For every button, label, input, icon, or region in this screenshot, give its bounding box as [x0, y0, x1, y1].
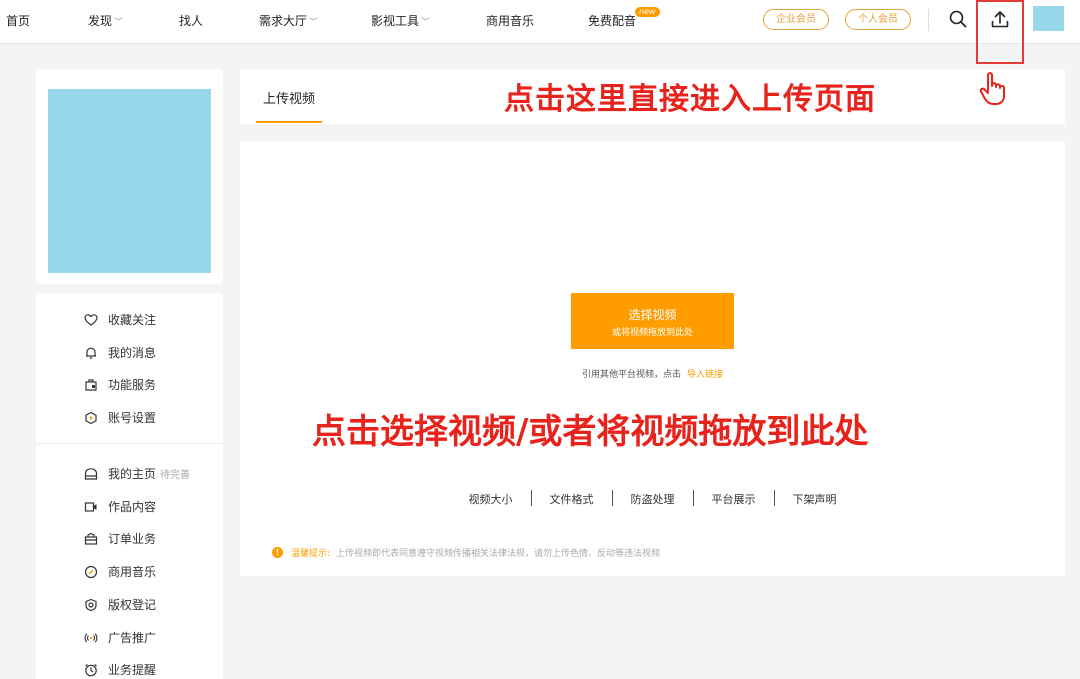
sidebar-menu: 收藏关注 我的消息 功能服务 账号设置 我的主页 待完善 作品内容 订单业务 商…	[36, 293, 223, 679]
nav-video-tools[interactable]: 影视工具 ﹀	[371, 12, 430, 29]
nav-demand-hall[interactable]: 需求大厅 ﹀	[259, 12, 318, 29]
nav-free-dubbing-label: 免费配音	[588, 14, 637, 28]
personal-vip-button[interactable]: 个人会员	[845, 9, 911, 30]
nav-video-tools-label: 影视工具	[371, 14, 420, 28]
search-icon[interactable]	[948, 9, 968, 29]
enterprise-vip-button[interactable]: 企业会员	[763, 9, 829, 30]
service-icon	[84, 378, 98, 392]
sidebar-item-works[interactable]: 作品内容	[84, 498, 156, 515]
sidebar-item-label: 收藏关注	[108, 313, 157, 327]
nav-demand-hall-label: 需求大厅	[259, 14, 308, 28]
sidebar-item-label: 我的主页	[108, 467, 157, 481]
spec-platform-display[interactable]: 平台展示	[694, 491, 774, 507]
annotation-mid: 点击选择视频/或者将视频拖放到此处	[312, 412, 869, 452]
sidebar-item-reminders[interactable]: 业务提醒	[84, 661, 156, 678]
copyright-icon	[84, 598, 98, 612]
spec-links: 视频大小 文件格式 防盗处理 平台展示 下架声明	[240, 490, 1065, 507]
settings-icon	[84, 411, 98, 425]
sidebar-item-label: 商用音乐	[108, 565, 157, 579]
spec-takedown-notice[interactable]: 下架声明	[775, 491, 855, 507]
sidebar-item-account-settings[interactable]: 账号设置	[84, 409, 156, 426]
nav-divider	[928, 9, 929, 31]
sidebar-item-music[interactable]: 商用音乐	[84, 563, 156, 580]
sidebar-item-label: 账号设置	[108, 411, 157, 425]
pointing-hand-icon	[978, 69, 1012, 113]
spec-video-size[interactable]: 视频大小	[451, 491, 531, 507]
bell-icon	[84, 346, 98, 360]
annotation-highlight-box	[976, 0, 1024, 64]
video-icon	[84, 500, 98, 514]
pending-note: 待完善	[160, 470, 191, 481]
annotation-top: 点击这里直接进入上传页面	[504, 82, 876, 117]
nav-free-dubbing[interactable]: 免费配音 new	[588, 7, 660, 29]
sidebar-item-label: 我的消息	[108, 346, 157, 360]
sidebar-item-label: 版权登记	[108, 598, 157, 612]
warm-tip: ! 温馨提示: 上传视频即代表同意遵守视频传播相关法律法规，请勿上传色情、反动等…	[272, 546, 660, 559]
broadcast-icon	[84, 631, 98, 645]
sidebar-item-label: 作品内容	[108, 500, 157, 514]
import-link[interactable]: 导入链接	[687, 370, 723, 380]
spec-file-format[interactable]: 文件格式	[532, 491, 612, 507]
sidebar-item-label: 功能服务	[108, 378, 157, 392]
info-icon: !	[272, 547, 283, 558]
sidebar-item-copyright[interactable]: 版权登记	[84, 596, 156, 613]
sidebar-divider	[36, 443, 223, 444]
nav-find-people[interactable]: 找人	[179, 12, 203, 29]
profile-avatar[interactable]	[48, 89, 211, 273]
sidebar-item-services[interactable]: 功能服务	[84, 376, 156, 393]
alarm-icon	[84, 663, 98, 677]
nav-discover[interactable]: 发现 ﹀	[88, 12, 123, 29]
tip-text: 上传视频即代表同意遵守视频传播相关法律法规，请勿上传色情、反动等违法视频	[336, 549, 661, 559]
sidebar-item-homepage[interactable]: 我的主页 待完善	[84, 465, 190, 482]
nav-home[interactable]: 首页	[6, 12, 30, 29]
sidebar-item-label: 业务提醒	[108, 663, 157, 677]
sidebar-item-orders[interactable]: 订单业务	[84, 530, 156, 547]
sidebar-item-promotion[interactable]: 广告推广	[84, 629, 156, 646]
sidebar-item-label: 广告推广	[108, 631, 157, 645]
profile-card	[36, 69, 223, 284]
tip-label: 温馨提示:	[291, 549, 331, 559]
music-icon	[84, 565, 98, 579]
spec-anti-theft[interactable]: 防盗处理	[613, 491, 693, 507]
chevron-down-icon: ﹀	[309, 18, 319, 28]
select-video-button[interactable]: 选择视频 或将视频拖放到此处	[571, 293, 734, 349]
nav-discover-label: 发现	[88, 14, 113, 28]
import-line: 引用其他平台视频，点击 导入链接	[240, 367, 1065, 380]
sidebar-item-favorites[interactable]: 收藏关注	[84, 311, 156, 328]
chevron-down-icon: ﹀	[421, 18, 431, 28]
order-icon	[84, 532, 98, 546]
import-text: 引用其他平台视频，点击	[581, 370, 681, 380]
chevron-down-icon: ﹀	[114, 18, 124, 28]
sidebar-item-messages[interactable]: 我的消息	[84, 344, 156, 361]
nav-commercial-music[interactable]: 商用音乐	[486, 12, 534, 29]
upload-panel: 选择视频 或将视频拖放到此处 引用其他平台视频，点击 导入链接 点击选择视频/或者…	[240, 141, 1065, 576]
home-icon	[84, 467, 98, 481]
select-video-label: 选择视频	[628, 308, 677, 322]
avatar[interactable]	[1033, 6, 1064, 31]
tab-upload-video[interactable]: 上传视频	[256, 88, 322, 107]
heart-icon	[84, 313, 98, 327]
drag-hint: 或将视频拖放到此处	[611, 328, 693, 338]
new-badge: new	[635, 7, 660, 17]
top-nav: 首页 发现 ﹀ 找人 需求大厅 ﹀ 影视工具 ﹀ 商用音乐 免费配音 new 企业会员 …	[0, 0, 1080, 44]
sidebar-item-label: 订单业务	[108, 532, 157, 546]
tab-underline	[256, 121, 322, 123]
